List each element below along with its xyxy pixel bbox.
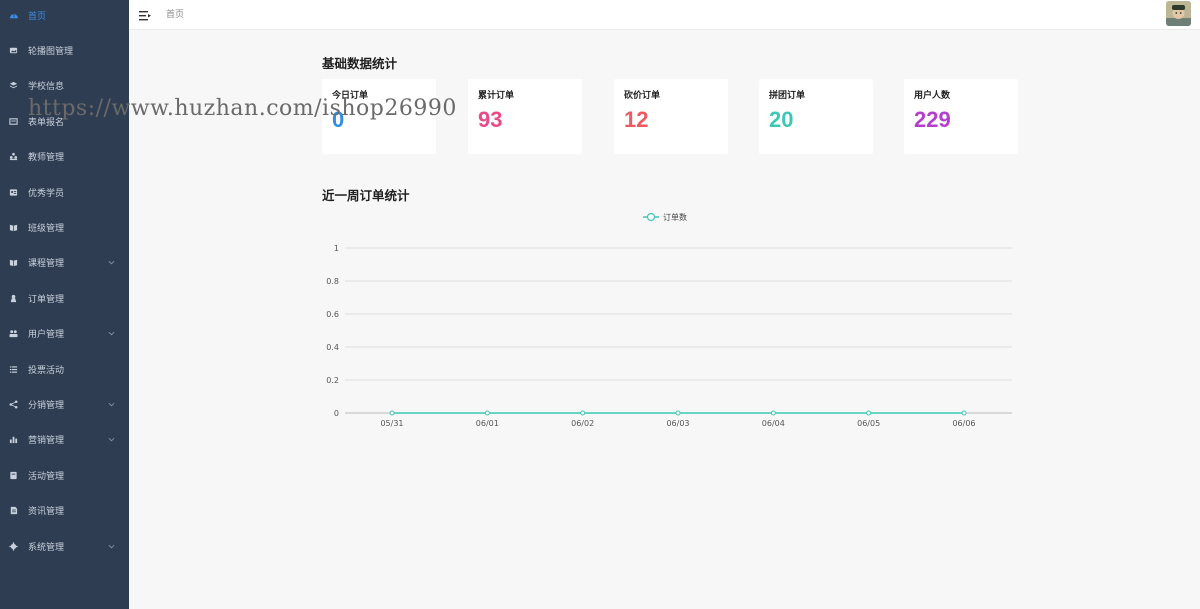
menu-fold-icon[interactable] <box>139 7 151 21</box>
sidebar-item-10[interactable]: 投票活动 <box>0 355 129 383</box>
x-tick-label: 06/01 <box>476 419 499 428</box>
sidebar-item-label: 分销管理 <box>28 400 65 411</box>
chevron-down-icon <box>108 330 115 337</box>
x-tick-label: 06/02 <box>571 419 594 428</box>
y-tick-label: 0.2 <box>326 376 339 385</box>
y-tick-label: 1 <box>334 244 339 253</box>
sidebar-item-6[interactable]: 班级管理 <box>0 213 129 241</box>
data-point <box>389 410 395 416</box>
sidebar-item-label: 系统管理 <box>28 542 65 553</box>
x-tick-label: 06/06 <box>952 419 975 428</box>
legend-swatch-marker <box>646 212 656 222</box>
sidebar-item-9[interactable]: 用户管理 <box>0 320 129 348</box>
legend-label: 订单数 <box>663 212 687 222</box>
y-tick-label: 0.4 <box>326 343 339 352</box>
order-icon <box>9 294 18 303</box>
top-bar: 首页 <box>129 0 1200 30</box>
data-point <box>484 410 490 416</box>
sidebar-item-14[interactable]: 资讯管理 <box>0 497 129 525</box>
chart-section-title: 近一周订单统计 <box>322 188 410 203</box>
y-tick-label: 0.8 <box>326 277 339 286</box>
sidebar-item-label: 资讯管理 <box>28 507 65 518</box>
stat-label: 拼团订单 <box>769 91 806 101</box>
flag-icon <box>9 471 18 480</box>
sidebar-item-label: 活动管理 <box>28 471 65 482</box>
chevron-down-icon <box>108 401 115 408</box>
chevron-down-icon <box>108 259 115 266</box>
form-icon <box>9 117 18 126</box>
stat-label: 累计订单 <box>478 91 515 101</box>
stat-value: 12 <box>624 107 649 132</box>
sidebar-item-11[interactable]: 分销管理 <box>0 390 129 418</box>
sidebar-item-3[interactable]: 表单报名 <box>0 107 129 135</box>
stat-value: 229 <box>914 107 951 132</box>
user-avatar[interactable] <box>1166 1 1191 26</box>
stat-card: 累计订单 93 <box>468 79 582 154</box>
sidebar-item-4[interactable]: 教师管理 <box>0 143 129 171</box>
document-icon <box>9 506 18 515</box>
book-icon <box>9 258 18 267</box>
bar-chart-icon <box>9 435 18 444</box>
stat-card: 砍价订单 12 <box>614 79 728 154</box>
data-point <box>961 410 967 416</box>
sidebar-item-label: 教师管理 <box>28 153 65 164</box>
gear-icon <box>9 541 18 551</box>
stat-value: 0 <box>332 107 345 132</box>
data-point <box>770 410 776 416</box>
id-card-icon <box>9 188 18 197</box>
stat-card: 用户人数 229 <box>904 79 1018 154</box>
sidebar-item-label: 首页 <box>28 11 47 22</box>
sidebar-item-7[interactable]: 课程管理 <box>0 249 129 277</box>
x-tick-label: 05/31 <box>380 419 403 428</box>
stat-value: 20 <box>769 107 794 132</box>
dashboard-icon <box>9 11 18 20</box>
users-icon <box>9 329 18 338</box>
y-tick-label: 0 <box>334 409 339 418</box>
sidebar-item-label: 营销管理 <box>28 436 65 447</box>
image-icon <box>9 46 18 55</box>
sidebar-item-12[interactable]: 营销管理 <box>0 426 129 454</box>
sidebar-item-label: 学校信息 <box>28 82 65 93</box>
sidebar-item-0[interactable]: 首页 <box>0 1 129 29</box>
stat-card: 今日订单 0 <box>322 79 436 154</box>
sidebar-item-label: 投票活动 <box>28 365 65 376</box>
stats-section-title: 基础数据统计 <box>322 56 398 71</box>
sidebar-item-2[interactable]: 学校信息 <box>0 72 129 100</box>
data-point <box>580 410 586 416</box>
order-line-chart: 0 0.2 0.4 0.6 0.8 1 05/31 06/01 06/02 06/03 06/04 0… <box>310 205 1020 434</box>
breadcrumb[interactable]: 首页 <box>166 7 184 20</box>
stat-label: 砍价订单 <box>624 91 661 101</box>
sidebar-item-label: 优秀学员 <box>28 188 65 199</box>
sidebar-item-label: 表单报名 <box>28 117 65 128</box>
sidebar-item-label: 轮播图管理 <box>28 46 74 57</box>
stat-label: 用户人数 <box>914 91 951 101</box>
sidebar-item-15[interactable]: 系统管理 <box>0 532 129 560</box>
y-tick-label: 0.6 <box>326 310 339 319</box>
sidebar-item-label: 班级管理 <box>28 223 65 234</box>
sidebar-item-5[interactable]: 优秀学员 <box>0 178 129 206</box>
sidebar-item-1[interactable]: 轮播图管理 <box>0 36 129 64</box>
layers-icon <box>9 81 18 90</box>
book-icon <box>9 223 18 232</box>
stat-value: 93 <box>478 107 503 132</box>
chevron-down-icon <box>108 543 115 550</box>
data-point <box>675 410 681 416</box>
chevron-down-icon <box>108 436 115 443</box>
stat-label: 今日订单 <box>332 91 369 101</box>
sidebar-item-13[interactable]: 活动管理 <box>0 461 129 489</box>
x-tick-label: 06/05 <box>857 419 880 428</box>
sidebar-item-label: 课程管理 <box>28 259 65 270</box>
sidebar-item-8[interactable]: 订单管理 <box>0 284 129 312</box>
chart-svg: 0 0.2 0.4 0.6 0.8 1 05/31 06/01 06/02 06/03 06/04 0… <box>326 212 1012 428</box>
sidebar-item-label: 订单管理 <box>28 294 65 305</box>
data-point <box>866 410 872 416</box>
x-tick-label: 06/03 <box>666 419 689 428</box>
share-icon <box>9 400 18 409</box>
sidebar-item-label: 用户管理 <box>28 330 65 341</box>
list-icon <box>9 365 18 374</box>
stat-card: 拼团订单 20 <box>759 79 873 154</box>
x-tick-label: 06/04 <box>762 419 785 428</box>
sidebar: 首页轮播图管理学校信息表单报名教师管理优秀学员班级管理课程管理订单管理用户管理投… <box>0 0 129 609</box>
team-icon <box>9 152 18 161</box>
